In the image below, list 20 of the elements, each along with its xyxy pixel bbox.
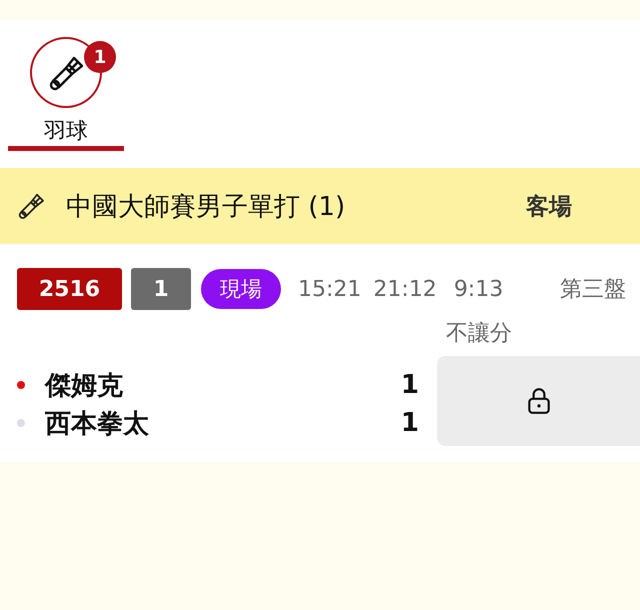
period-label: 第三盤	[560, 276, 626, 304]
odds-button[interactable]	[437, 356, 640, 446]
player-score: 1	[400, 370, 419, 400]
count-badge: 1	[84, 41, 116, 73]
sport-tab[interactable]: 1 羽球	[8, 37, 124, 151]
player-name: 西本拳太	[45, 408, 150, 440]
shuttlecock-icon	[16, 191, 46, 221]
set-score: 15:21	[298, 276, 362, 302]
player-name: 傑姆克	[45, 370, 124, 402]
set-score: 21:12	[373, 276, 437, 302]
set-score: 9:13	[454, 276, 504, 302]
tab-label: 羽球	[44, 118, 88, 146]
match-code: 2516	[17, 268, 122, 310]
event-title: 中國大師賽男子單打 (1)	[66, 190, 346, 224]
market-label: 不讓分	[446, 320, 512, 348]
player-score: 1	[400, 408, 419, 438]
live-status: 現場	[201, 269, 281, 309]
match-number: 1	[131, 268, 191, 310]
column-label: 客場	[526, 192, 572, 222]
lock-icon	[526, 387, 552, 415]
